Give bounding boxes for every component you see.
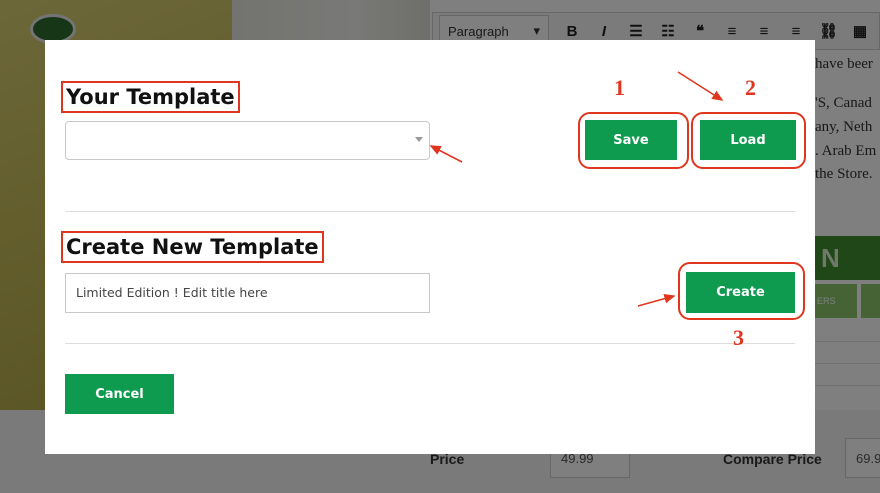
step-number-3: 3: [733, 325, 744, 350]
template-title-input[interactable]: Limited Edition ! Edit title here: [65, 273, 430, 313]
load-highlight-ring: [691, 112, 806, 169]
your-template-heading: Your Template: [61, 81, 240, 113]
section-divider: [65, 343, 795, 344]
template-select[interactable]: [65, 121, 430, 160]
step-number-1: 1: [614, 75, 625, 100]
create-template-heading: Create New Template: [61, 231, 324, 263]
cancel-button[interactable]: Cancel: [65, 374, 174, 414]
step-number-2: 2: [745, 75, 756, 100]
section-divider: [65, 211, 795, 212]
chevron-down-icon: [415, 137, 423, 142]
create-highlight-ring: [678, 262, 805, 320]
save-highlight-ring: [578, 112, 689, 169]
template-modal: Your Template Save Load Create New Templ…: [45, 40, 815, 454]
